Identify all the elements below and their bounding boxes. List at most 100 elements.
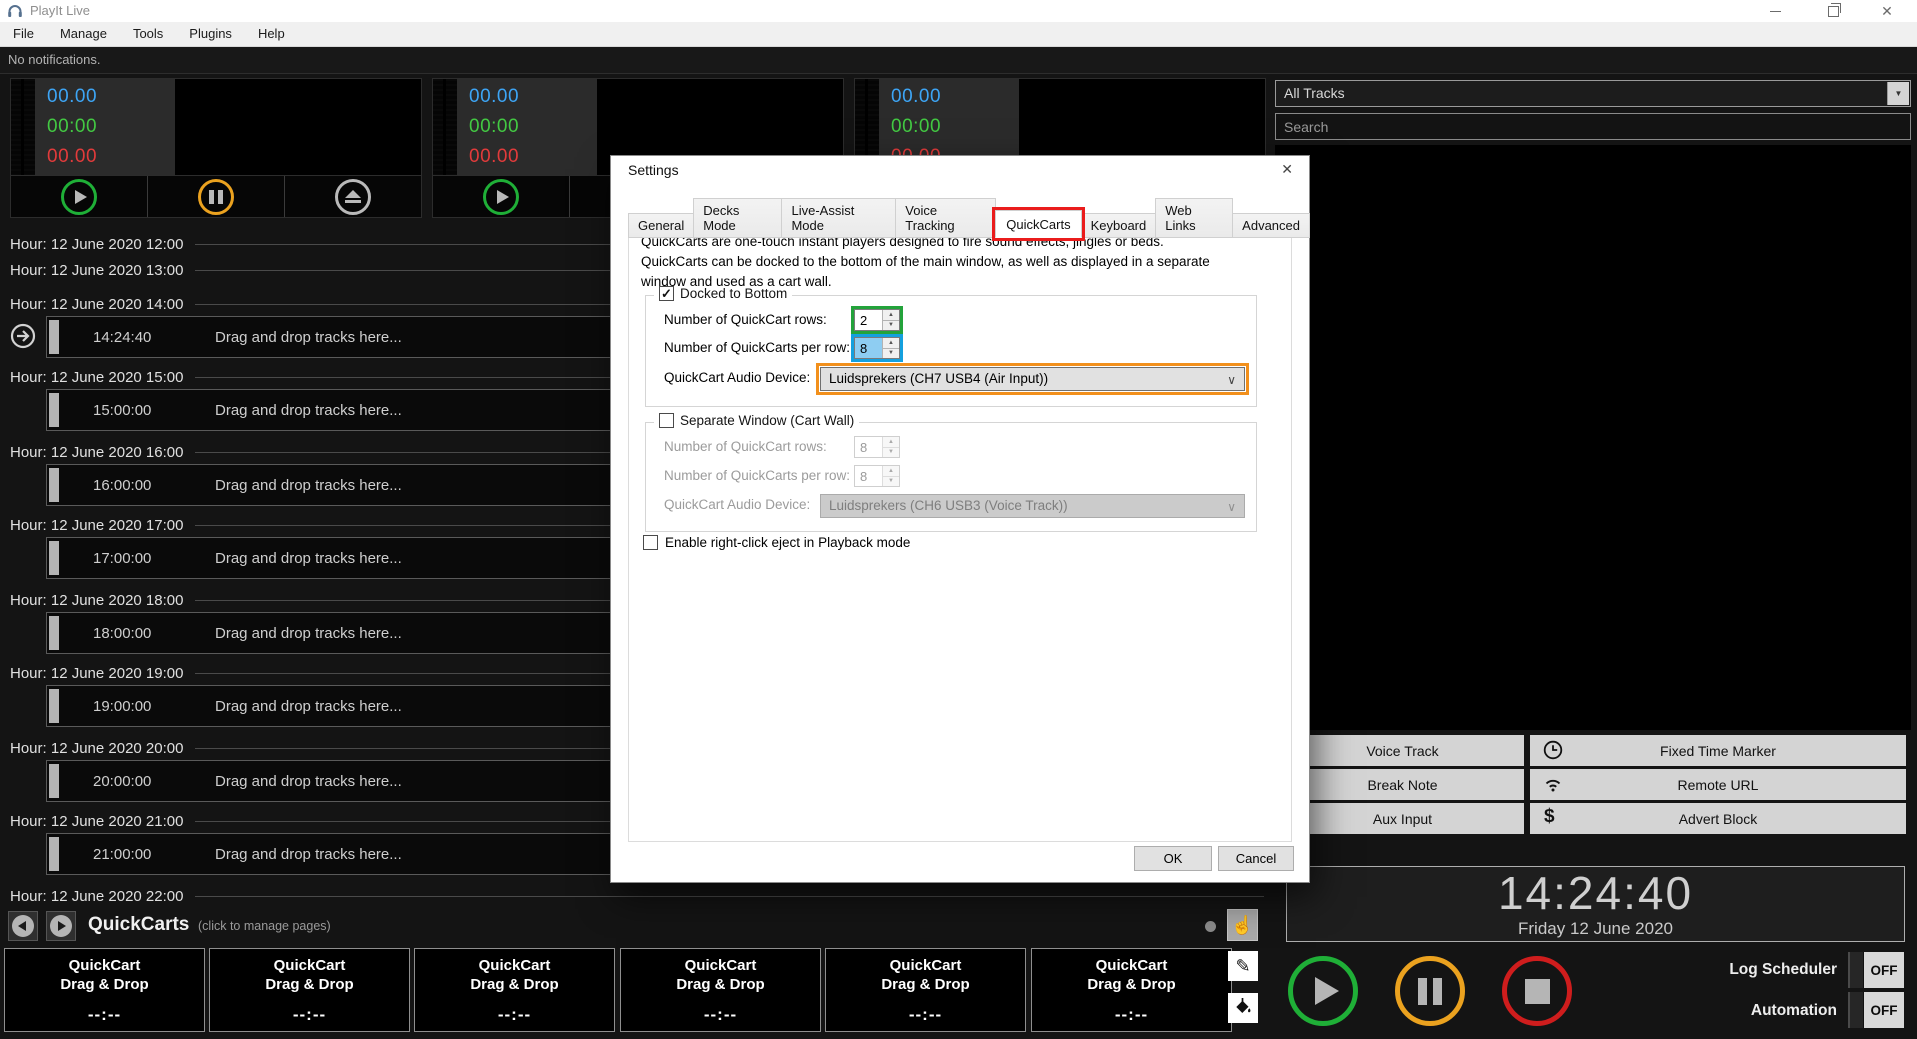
right-click-eject-row: Enable right-click eject in Playback mod… [643, 535, 910, 550]
track-list[interactable] [1275, 145, 1911, 730]
track-group-dropdown[interactable]: All Tracks ▼ [1275, 80, 1911, 107]
audio-device-dropdown[interactable]: Luidsprekers (CH7 USB4 (Air Input)) ∨ [820, 367, 1245, 391]
menu-manage[interactable]: Manage [47, 22, 120, 46]
fixed-time-marker-button[interactable]: Fixed Time Marker [1530, 735, 1906, 766]
chevron-down-icon: ∨ [1227, 496, 1236, 518]
tab-quickcarts[interactable]: QuickCarts [995, 210, 1081, 238]
tab-keyboard[interactable]: Keyboard [1081, 213, 1157, 238]
studio-clock: 14:24:40 Friday 12 June 2020 [1286, 866, 1905, 942]
tab-decks-mode[interactable]: Decks Mode [693, 198, 782, 238]
tab-live-assist-mode[interactable]: Live-Assist Mode [781, 198, 896, 238]
paint-bucket-icon [1234, 997, 1252, 1020]
quickcart-color-button[interactable] [1228, 993, 1258, 1023]
window-title: PlayIt Live [30, 3, 90, 18]
deck-remaining-time: 00.00 [47, 146, 97, 168]
quickcarts-title[interactable]: QuickCarts [88, 914, 189, 936]
quickcart-slot[interactable]: QuickCartDrag & Drop--:-- [4, 948, 205, 1032]
notification-text: No notifications. [0, 47, 101, 73]
menu-tools[interactable]: Tools [120, 22, 176, 46]
quickcart-slot[interactable]: QuickCartDrag & Drop--:-- [825, 948, 1026, 1032]
deck-timers: 00.00 00:00 00.00 [457, 79, 597, 175]
spin-down-icon: ▼ [883, 448, 899, 458]
menu-plugins[interactable]: Plugins [176, 22, 245, 46]
per-row-spinner[interactable]: 8 ▲▼ [854, 337, 900, 359]
search-input[interactable] [1275, 113, 1911, 140]
spin-up-icon[interactable]: ▲ [883, 310, 899, 321]
deck-player-1: 00.00 00:00 00.00 [10, 78, 422, 218]
deck-play-button[interactable] [433, 176, 570, 217]
spin-up-icon[interactable]: ▲ [883, 338, 899, 349]
toggle-knob [1848, 992, 1864, 1028]
close-window-button[interactable]: ✕ [1865, 0, 1909, 22]
separate-window-legend: Separate Window (Cart Wall) [654, 413, 859, 428]
spin-up-icon: ▲ [883, 466, 899, 477]
quickcart-assign-mode-button[interactable]: ☝ [1227, 909, 1258, 941]
deck-waveform-area [175, 79, 421, 175]
break-note-button[interactable]: Break Note [1281, 769, 1524, 800]
headphones-logo-icon [7, 3, 23, 23]
tab-advanced[interactable]: Advanced [1232, 213, 1310, 238]
transport-play-button[interactable] [1288, 956, 1358, 1026]
separate-window-checkbox[interactable] [659, 413, 674, 428]
pause-icon [198, 179, 234, 215]
status-dot [1205, 921, 1216, 932]
transport-pause-button[interactable] [1395, 956, 1465, 1026]
docked-to-bottom-checkbox[interactable] [659, 286, 674, 301]
vu-meter [11, 79, 36, 175]
quickcarts-tab-panel: QuickCarts are one-touch instant players… [628, 222, 1292, 842]
deck-pause-button[interactable] [148, 176, 285, 217]
advert-block-button[interactable]: $ Advert Block [1530, 803, 1906, 834]
automation-label: Automation [1651, 1002, 1837, 1020]
cancel-button[interactable]: Cancel [1218, 846, 1294, 871]
menu-file[interactable]: File [0, 22, 47, 46]
edit-quickcart-button[interactable]: ✎ [1228, 951, 1258, 981]
dialog-close-button[interactable]: ✕ [1281, 161, 1293, 178]
audio-device-label: QuickCart Audio Device: [664, 370, 810, 385]
arrow-right-icon [50, 915, 72, 937]
deck-cue-time: 00.00 [891, 86, 941, 108]
hour-header: Hour: 12 June 2020 22:00 [10, 888, 1264, 905]
spin-up-icon: ▲ [883, 437, 899, 448]
quickcart-slot[interactable]: QuickCartDrag & Drop--:-- [620, 948, 821, 1032]
per-row-label: Number of QuickCarts per row: [664, 340, 850, 355]
aux-input-button[interactable]: Aux Input [1281, 803, 1524, 834]
pause-icon [1418, 978, 1442, 1005]
quickcart-slot[interactable]: QuickCartDrag & Drop--:-- [1031, 948, 1232, 1032]
automation-toggle[interactable]: OFF [1848, 992, 1904, 1028]
log-scheduler-toggle[interactable]: OFF [1848, 952, 1904, 988]
right-click-eject-checkbox[interactable] [643, 535, 658, 550]
rows-spinner[interactable]: 2 ▲▼ [854, 309, 900, 331]
per-row-spinner-disabled: 8 ▲▼ [854, 465, 900, 487]
deck-eject-button[interactable] [285, 176, 421, 217]
deck-play-button[interactable] [11, 176, 148, 217]
menu-bar: File Manage Tools Plugins Help [0, 22, 1917, 47]
log-scheduler-label: Log Scheduler [1651, 961, 1837, 979]
spin-down-icon[interactable]: ▼ [883, 321, 899, 331]
menu-help[interactable]: Help [245, 22, 298, 46]
spin-down-icon[interactable]: ▼ [883, 349, 899, 359]
deck-cue-time: 00.00 [47, 86, 97, 108]
voice-track-button[interactable]: Voice Track [1281, 735, 1524, 766]
audio-device-label-disabled: QuickCart Audio Device: [664, 497, 810, 512]
ok-button[interactable]: OK [1134, 846, 1212, 871]
dropdown-arrow-icon[interactable]: ▼ [1887, 82, 1909, 105]
wifi-icon [1542, 773, 1564, 798]
audio-device-dropdown-disabled: Luidsprekers (CH6 USB3 (Voice Track)) ∨ [820, 494, 1245, 518]
toggle-state: OFF [1864, 952, 1904, 988]
tab-general[interactable]: General [628, 213, 694, 238]
quickcart-slot[interactable]: QuickCartDrag & Drop--:-- [209, 948, 410, 1032]
quickcart-page-next-button[interactable] [46, 911, 76, 941]
quickcart-page-prev-button[interactable] [8, 911, 38, 941]
restore-button[interactable] [1811, 0, 1855, 22]
quickcart-slot[interactable]: QuickCartDrag & Drop--:-- [414, 948, 615, 1032]
tab-web-links[interactable]: Web Links [1155, 198, 1233, 238]
settings-tab-bar: General Decks Mode Live-Assist Mode Voic… [628, 198, 1309, 238]
current-position-arrow-icon [9, 322, 37, 355]
rows-label: Number of QuickCart rows: [664, 312, 827, 327]
clock-date: Friday 12 June 2020 [1287, 919, 1904, 939]
transport-stop-button[interactable] [1502, 956, 1572, 1026]
rows-spinner-disabled: 8 ▲▼ [854, 436, 900, 458]
minimize-button[interactable] [1753, 0, 1797, 22]
tab-voice-tracking[interactable]: Voice Tracking [895, 198, 996, 238]
remote-url-button[interactable]: Remote URL [1530, 769, 1906, 800]
